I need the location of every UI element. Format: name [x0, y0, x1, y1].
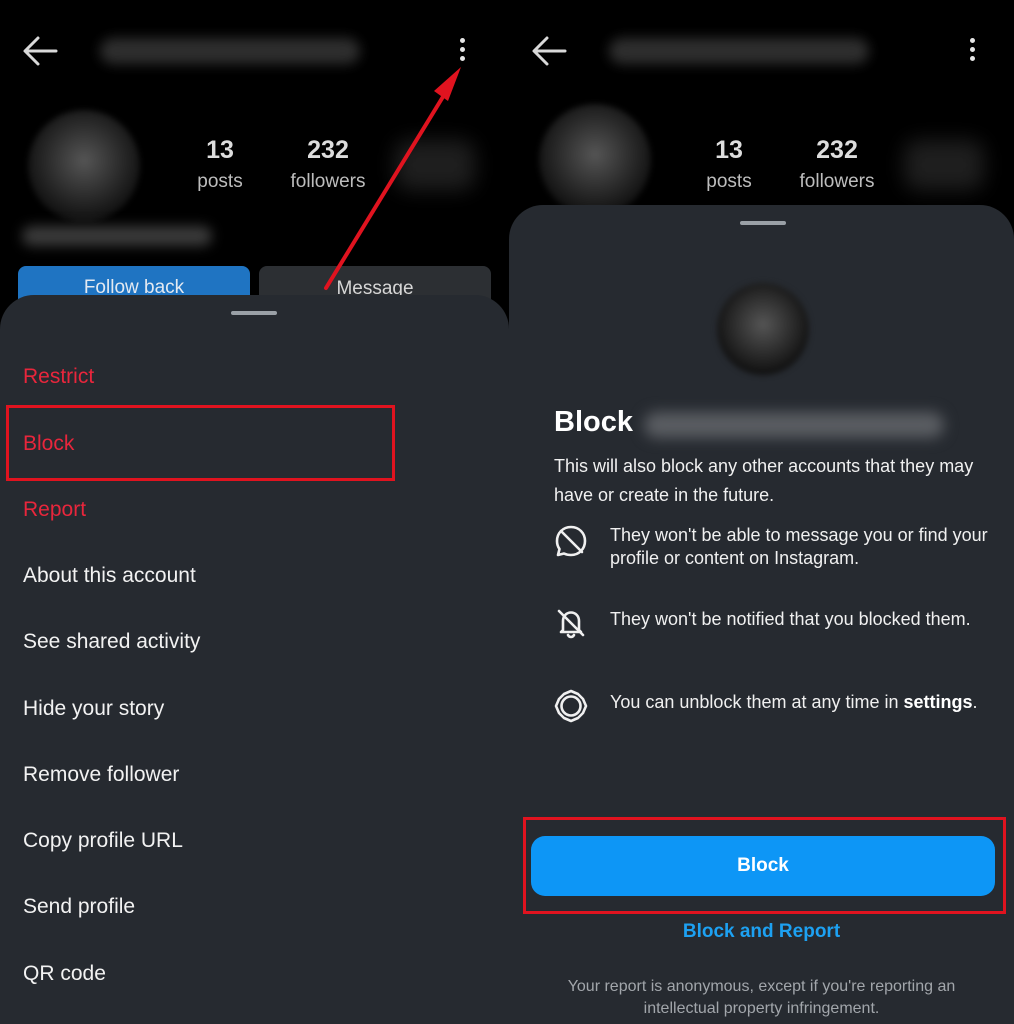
sheet-handle[interactable] — [740, 221, 786, 225]
profile-header — [0, 0, 509, 100]
followers-label: followers — [290, 171, 366, 192]
following-stat-blurred — [395, 140, 475, 190]
block-dialog-title: Block — [554, 406, 633, 438]
more-options-icon[interactable] — [457, 38, 467, 66]
followers-stat[interactable]: 232 followers — [787, 136, 887, 193]
username-blurred — [100, 38, 360, 64]
avatar — [28, 110, 140, 222]
info-text-not-notified: They won't be notified that you blocked … — [610, 609, 971, 629]
menu-item-remove-follower[interactable]: Remove follower — [23, 763, 179, 787]
blocked-user-avatar — [717, 283, 809, 375]
followers-label: followers — [799, 171, 875, 192]
block-menu-highlight — [6, 405, 395, 481]
followers-count: 232 — [307, 136, 349, 164]
left-screen: 13 posts 232 followers Follow back Messa… — [0, 0, 509, 1024]
posts-stat: 13 posts — [689, 136, 769, 193]
posts-count: 13 — [715, 136, 743, 164]
posts-stat: 13 posts — [180, 136, 260, 193]
display-name-blurred — [22, 226, 212, 246]
back-arrow-icon[interactable] — [531, 34, 567, 68]
username-blurred — [609, 38, 869, 64]
info-text-suffix: . — [972, 692, 978, 712]
posts-count: 13 — [206, 136, 234, 164]
settings-link[interactable]: settings — [904, 692, 973, 712]
right-screen: 13 posts 232 followers Block This will a… — [509, 0, 1014, 1024]
info-text-unblock-settings: You can unblock them at any time in sett… — [610, 691, 990, 714]
following-stat-blurred — [904, 140, 984, 190]
sheet-handle[interactable] — [231, 311, 277, 315]
message-blocked-icon — [555, 525, 587, 557]
back-arrow-icon[interactable] — [22, 34, 58, 68]
profile-header — [509, 0, 1014, 100]
report-anonymous-note: Your report is anonymous, except if you'… — [567, 978, 956, 1017]
blocked-username-blurred — [644, 412, 944, 438]
followers-stat[interactable]: 232 followers — [278, 136, 378, 193]
menu-item-report[interactable]: Report — [23, 498, 86, 522]
followers-count: 232 — [816, 136, 858, 164]
menu-item-shared-activity[interactable]: See shared activity — [23, 630, 200, 654]
block-description: This will also block any other accounts … — [554, 456, 974, 505]
posts-label: posts — [706, 171, 752, 192]
menu-item-about[interactable]: About this account — [23, 564, 196, 588]
block-and-report-link[interactable]: Block and Report — [509, 921, 1014, 943]
menu-item-send-profile[interactable]: Send profile — [23, 895, 135, 919]
posts-label: posts — [197, 171, 243, 192]
menu-item-hide-story[interactable]: Hide your story — [23, 697, 164, 721]
avatar — [539, 104, 651, 216]
menu-item-qr-code[interactable]: QR code — [23, 962, 106, 986]
info-text-prefix: You can unblock them at any time in — [610, 692, 904, 712]
menu-item-copy-url[interactable]: Copy profile URL — [23, 829, 183, 853]
settings-gear-icon — [554, 689, 588, 723]
more-options-icon[interactable] — [967, 38, 977, 66]
block-button-highlight — [523, 817, 1006, 914]
notification-off-icon — [557, 609, 585, 639]
info-text-no-message: They won't be able to message you or fin… — [610, 525, 988, 568]
menu-item-restrict[interactable]: Restrict — [23, 365, 94, 389]
